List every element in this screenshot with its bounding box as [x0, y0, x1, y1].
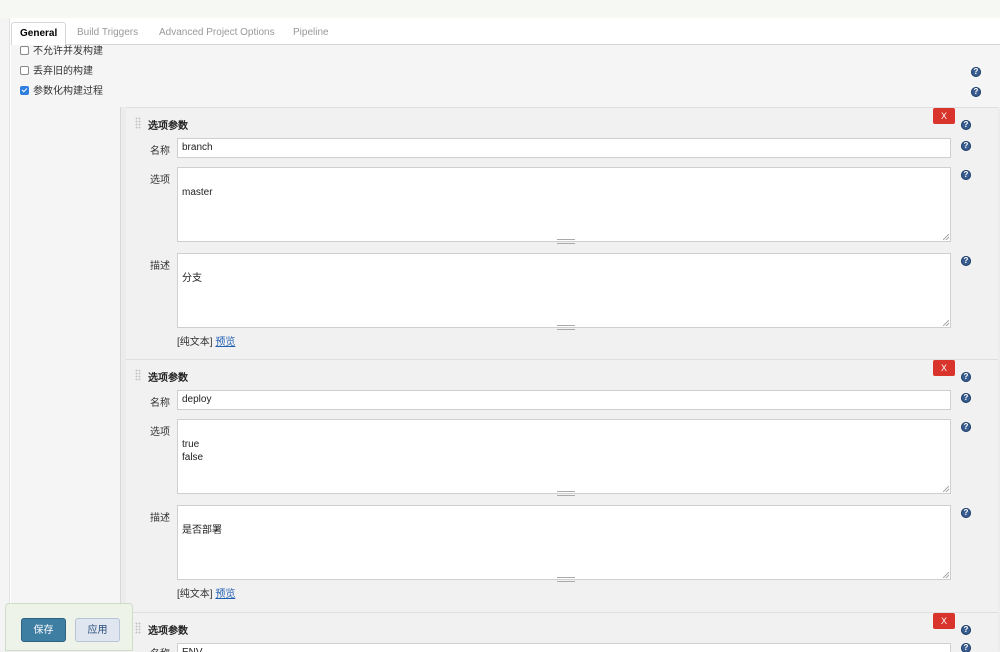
- help-icon[interactable]: ?: [961, 372, 971, 382]
- drag-handle[interactable]: [135, 369, 141, 381]
- option-label: 参数化构建过程: [33, 86, 103, 97]
- help-icon[interactable]: ?: [971, 67, 981, 77]
- parameters-container: 选项参数 X ? 名称 branch ? 选项 master ? 描述 分支 ?…: [120, 107, 1000, 652]
- markup-format-note: [纯文本] 预览: [177, 585, 235, 600]
- resize-grip[interactable]: [557, 239, 575, 244]
- help-icon[interactable]: ?: [961, 508, 971, 518]
- description-textarea[interactable]: 是否部署: [177, 505, 951, 582]
- drag-handle[interactable]: [135, 622, 141, 634]
- choices-text: true false: [182, 439, 204, 463]
- left-edge-strip: [0, 18, 10, 651]
- save-button[interactable]: 保存: [21, 618, 66, 642]
- name-label: 名称: [150, 398, 170, 409]
- help-icon[interactable]: ?: [961, 170, 971, 180]
- choices-textarea[interactable]: true false: [177, 419, 951, 496]
- choice-parameter-block: 选项参数 X ? 名称 deploy ? 选项 true false ? 描述 …: [126, 359, 998, 612]
- drag-handle[interactable]: [135, 117, 141, 129]
- top-header-bar: [0, 0, 1000, 19]
- markup-format-note: [纯文本] 预览: [177, 333, 235, 348]
- help-icon[interactable]: ?: [961, 625, 971, 635]
- choice-parameter-block: 选项参数 X ? 名称 branch ? 选项 master ? 描述 分支 ?…: [126, 107, 998, 359]
- resize-handle[interactable]: [943, 234, 949, 240]
- description-textarea[interactable]: 分支: [177, 253, 951, 330]
- tab-build-triggers[interactable]: Build Triggers: [69, 22, 146, 44]
- delete-parameter-button[interactable]: X: [933, 360, 955, 376]
- choices-label: 选项: [150, 427, 170, 438]
- general-section: 不允许并发构建 丢弃旧的构建 ? 参数化构建过程 ? 选项参数 X ? 名称 b…: [11, 44, 1000, 652]
- plain-text-label: [纯文本]: [177, 337, 213, 348]
- tab-advanced-project-options[interactable]: Advanced Project Options: [151, 22, 283, 44]
- checkbox-discard-old-builds[interactable]: [20, 65, 29, 75]
- help-icon[interactable]: ?: [961, 422, 971, 432]
- help-icon[interactable]: ?: [961, 393, 971, 403]
- checkbox-parameterized-build[interactable]: [20, 85, 29, 95]
- choices-text: master: [182, 187, 213, 198]
- parameter-title: 选项参数: [148, 626, 188, 637]
- description-label: 描述: [150, 261, 170, 272]
- choices-textarea[interactable]: master: [177, 167, 951, 244]
- name-input[interactable]: branch: [177, 138, 951, 158]
- option-parameterized-build[interactable]: 参数化构建过程: [20, 84, 103, 100]
- tab-general[interactable]: General: [11, 22, 67, 46]
- description-text: 分支: [182, 273, 202, 284]
- apply-button[interactable]: 应用: [75, 618, 120, 642]
- resize-handle[interactable]: [943, 486, 949, 492]
- parameter-title: 选项参数: [148, 373, 188, 384]
- resize-grip[interactable]: [557, 491, 575, 496]
- config-page: General Build Triggers Advanced Project …: [0, 18, 1000, 652]
- resize-handle[interactable]: [943, 320, 949, 326]
- help-icon[interactable]: ?: [961, 120, 971, 130]
- help-icon[interactable]: ?: [971, 87, 981, 97]
- resize-grip[interactable]: [557, 325, 575, 330]
- tab-bar: General Build Triggers Advanced Project …: [11, 18, 1000, 46]
- preview-link[interactable]: 预览: [215, 337, 235, 348]
- delete-parameter-button[interactable]: X: [933, 108, 955, 124]
- option-discard-old-builds[interactable]: 丢弃旧的构建: [20, 64, 93, 80]
- name-input[interactable]: deploy: [177, 390, 951, 410]
- description-text: 是否部署: [182, 525, 222, 536]
- parameter-title: 选项参数: [148, 121, 188, 132]
- name-label: 名称: [150, 146, 170, 157]
- save-apply-bar: 保存 应用: [5, 603, 133, 651]
- help-icon[interactable]: ?: [961, 256, 971, 266]
- left-gutter: [11, 107, 120, 651]
- option-label: 不允许并发构建: [33, 46, 103, 57]
- checkbox-disable-concurrent[interactable]: [20, 45, 29, 55]
- option-disable-concurrent[interactable]: 不允许并发构建: [20, 44, 103, 60]
- choice-parameter-block: 选项参数 X ? 名称 ENV ?: [126, 612, 998, 652]
- choices-label: 选项: [150, 175, 170, 186]
- preview-link[interactable]: 预览: [215, 589, 235, 600]
- plain-text-label: [纯文本]: [177, 589, 213, 600]
- tab-pipeline[interactable]: Pipeline: [285, 22, 337, 44]
- resize-grip[interactable]: [557, 577, 575, 582]
- delete-parameter-button[interactable]: X: [933, 613, 955, 629]
- option-label: 丢弃旧的构建: [33, 66, 93, 77]
- resize-handle[interactable]: [943, 572, 949, 578]
- help-icon[interactable]: ?: [961, 141, 971, 151]
- description-label: 描述: [150, 513, 170, 524]
